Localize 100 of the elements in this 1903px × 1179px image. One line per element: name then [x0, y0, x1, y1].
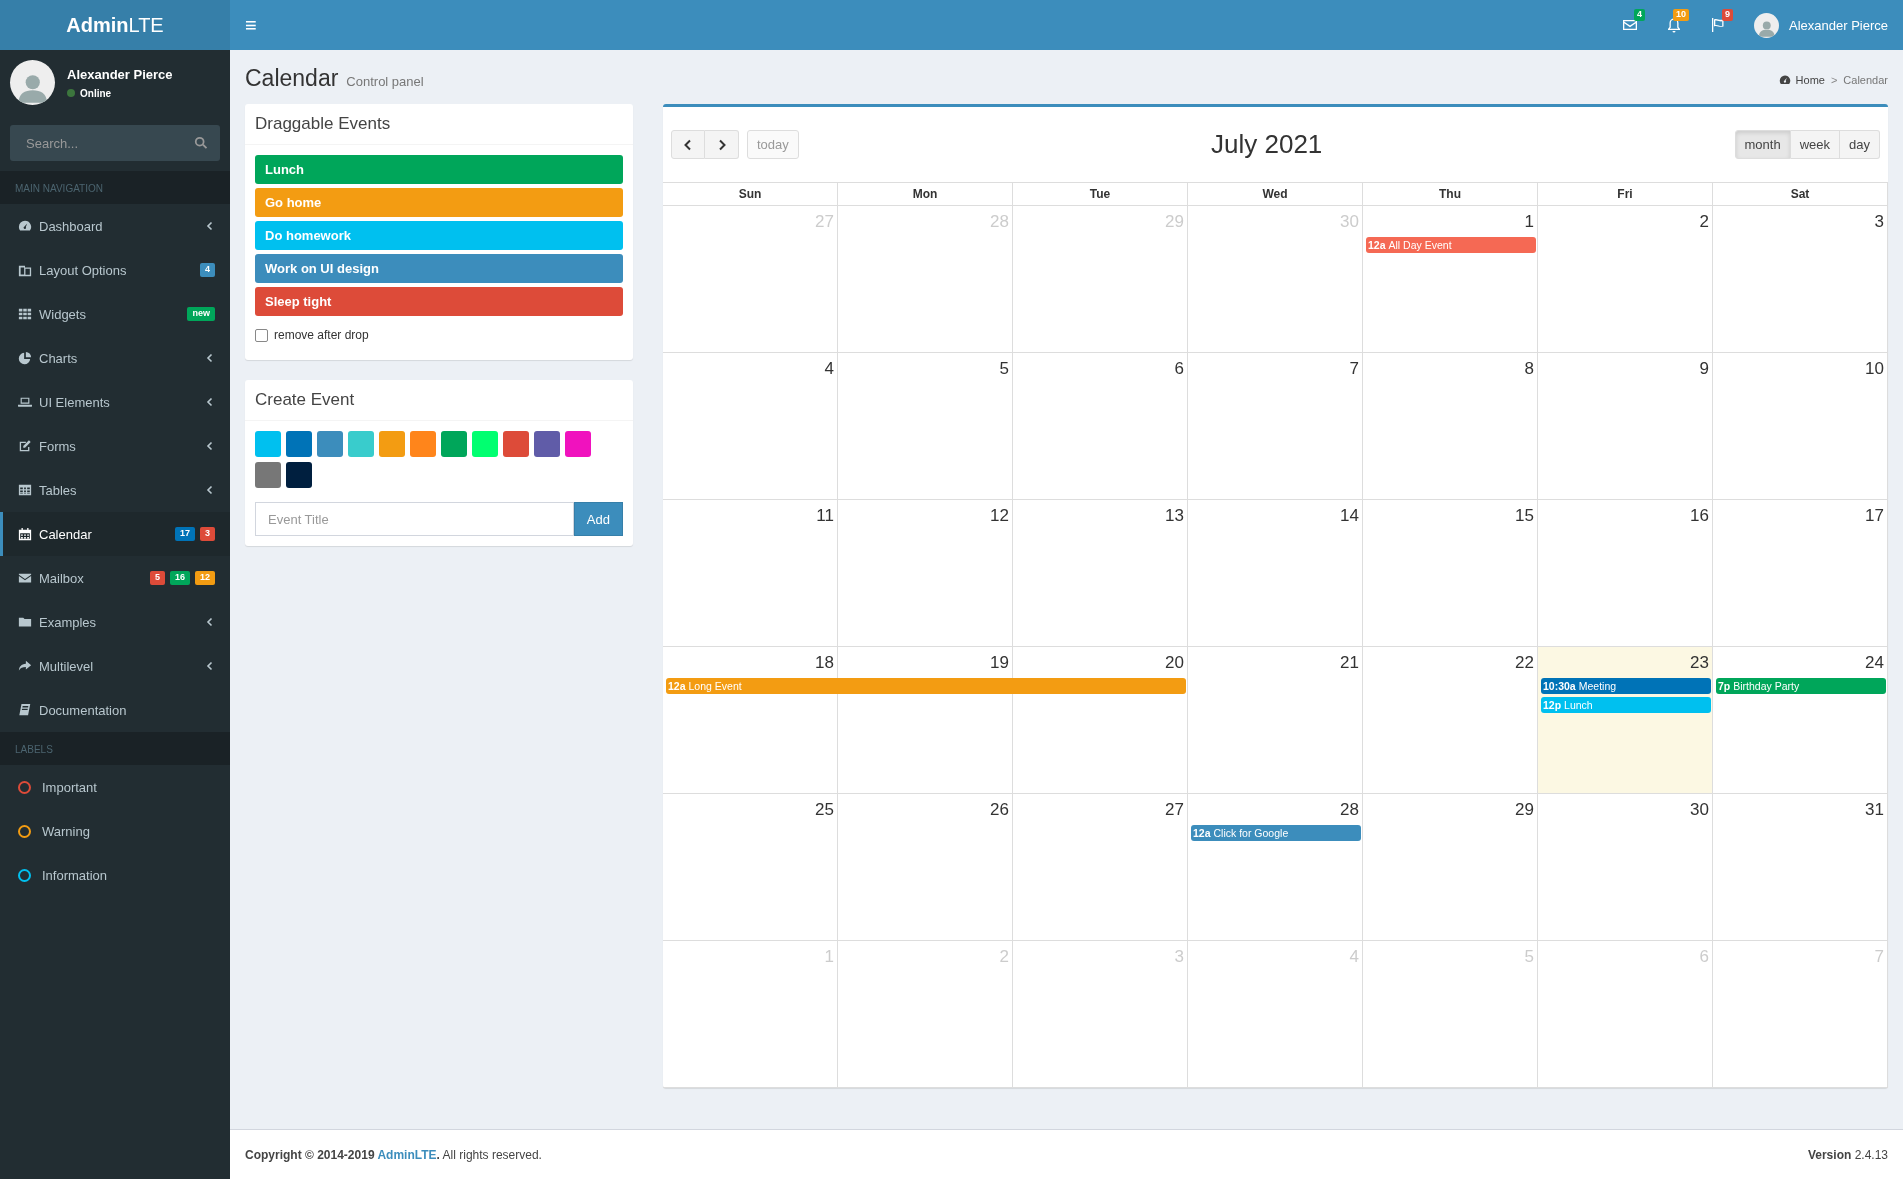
count-badge: 16 — [169, 571, 190, 585]
draggable-event[interactable]: Work on UI design — [255, 254, 623, 283]
color-swatch[interactable] — [317, 431, 343, 457]
day-number: 18 — [815, 652, 835, 674]
draggable-event[interactable]: Sleep tight — [255, 287, 623, 316]
breadcrumb-link[interactable]: Home — [1778, 74, 1825, 86]
menu-toggle[interactable]: ≡ — [230, 13, 272, 37]
table-icon — [18, 483, 32, 497]
user-avatar — [1754, 12, 1779, 38]
color-swatch[interactable] — [255, 462, 281, 488]
navbar-button[interactable]: 9 — [1696, 0, 1740, 50]
view-tab[interactable]: month — [1734, 130, 1791, 159]
sidebar-item[interactable]: Important — [0, 765, 230, 809]
weekday-header: Thu — [1363, 183, 1538, 206]
checkbox[interactable] — [255, 328, 268, 342]
day-number: 8 — [1524, 358, 1535, 380]
color-swatch[interactable] — [565, 431, 591, 457]
day-number: 6 — [1174, 358, 1185, 380]
day-number: 26 — [990, 799, 1010, 821]
day-number: 3 — [1874, 211, 1885, 233]
sidebar-item[interactable]: Calendar 17 3 — [0, 512, 230, 556]
remove-after-drop-checkbox[interactable]: remove after drop — [255, 328, 623, 342]
sidebar-item[interactable]: Documentation — [0, 688, 230, 732]
day-number: 5 — [999, 358, 1010, 380]
sidebar-item[interactable]: Widgets new — [0, 292, 230, 336]
day-number: 1 — [1524, 211, 1535, 233]
count-badge: 5 — [149, 571, 165, 585]
color-swatch[interactable] — [348, 431, 374, 457]
sidebar-item[interactable]: Examples — [0, 600, 230, 644]
gauge-icon — [18, 219, 32, 233]
adminlte-link[interactable]: AdminLTE — [377, 1147, 437, 1162]
day-number: 12 — [990, 505, 1010, 527]
day-number: 19 — [990, 652, 1010, 674]
grid-icon — [18, 307, 32, 321]
color-swatch[interactable] — [410, 431, 436, 457]
calendar-event[interactable]: 12a Click for Google — [1191, 825, 1361, 841]
search-button[interactable] — [194, 136, 208, 150]
search-field[interactable]: Search... — [24, 134, 194, 152]
color-swatch[interactable] — [286, 431, 312, 457]
day-number: 27 — [1165, 799, 1185, 821]
flag-icon — [1710, 17, 1726, 33]
color-swatch[interactable] — [503, 431, 529, 457]
color-swatch[interactable] — [472, 431, 498, 457]
sidebar-item[interactable]: Tables — [0, 468, 230, 512]
day-number: 29 — [1515, 799, 1535, 821]
color-swatch[interactable] — [441, 431, 467, 457]
envelope-icon — [18, 571, 32, 585]
sidebar-item[interactable]: Charts — [0, 336, 230, 380]
color-swatch[interactable] — [286, 462, 312, 488]
color-swatch[interactable] — [255, 431, 281, 457]
count-badge: 3 — [200, 527, 215, 541]
status-dot — [67, 89, 75, 97]
section-header: LABELS — [0, 732, 230, 765]
day-number: 21 — [1340, 652, 1360, 674]
version-text: Version 2.4.13 — [1807, 1147, 1888, 1162]
sidebar-item[interactable]: Dashboard — [0, 204, 230, 248]
color-swatch[interactable] — [379, 431, 405, 457]
sidebar-item[interactable]: Warning — [0, 809, 230, 853]
day-number: 20 — [1165, 652, 1185, 674]
calendar-event[interactable]: 10:30a Meeting — [1541, 678, 1711, 694]
event-title-field[interactable]: Event Title — [255, 502, 574, 536]
view-tab[interactable]: week — [1790, 130, 1841, 159]
add-button[interactable]: Add — [573, 502, 623, 536]
day-number: 31 — [1865, 799, 1885, 821]
user-avatar — [10, 60, 55, 105]
sidebar-item[interactable]: Multilevel — [0, 644, 230, 688]
count-badge: 4 — [200, 263, 215, 277]
envelope-icon — [1622, 17, 1638, 33]
copy-icon — [18, 263, 32, 277]
box-title: Draggable Events — [245, 104, 633, 145]
sidebar-item[interactable]: Layout Options 4 — [0, 248, 230, 292]
count-badge: 10 — [1673, 9, 1689, 21]
day-number: 23 — [1690, 652, 1710, 674]
sidebar-item[interactable]: Mailbox 5 16 12 — [0, 556, 230, 600]
next-button[interactable] — [705, 130, 739, 159]
user-menu[interactable]: Alexander Pierce — [1740, 12, 1903, 38]
color-swatch[interactable] — [534, 431, 560, 457]
folder-icon — [18, 615, 32, 629]
count-badge: 9 — [1722, 9, 1733, 21]
view-tab[interactable]: day — [1840, 130, 1880, 159]
search-icon — [194, 136, 208, 150]
day-number: 25 — [815, 799, 835, 821]
weekday-header: Wed — [1188, 183, 1363, 206]
count-badge: new — [187, 307, 215, 321]
page-title: Calendar — [245, 65, 339, 92]
day-number: 22 — [1515, 652, 1535, 674]
sidebar-item[interactable]: Information — [0, 853, 230, 897]
search-bar[interactable]: Search... — [10, 125, 220, 161]
user-status: Online — [80, 87, 112, 99]
weekday-header: Tue — [1013, 183, 1188, 206]
laptop-icon — [18, 395, 32, 409]
sidebar-item[interactable]: Forms — [0, 424, 230, 468]
section-header: MAIN NAVIGATION — [0, 171, 230, 204]
count-badge: 12 — [195, 571, 215, 585]
box-title: Create Event — [245, 380, 633, 421]
pie-chart-icon — [18, 351, 32, 365]
page-subtitle: Control panel — [346, 74, 424, 89]
previous-button[interactable] — [671, 130, 705, 159]
sidebar-item[interactable]: UI Elements — [0, 380, 230, 424]
day-number: 14 — [1340, 505, 1360, 527]
